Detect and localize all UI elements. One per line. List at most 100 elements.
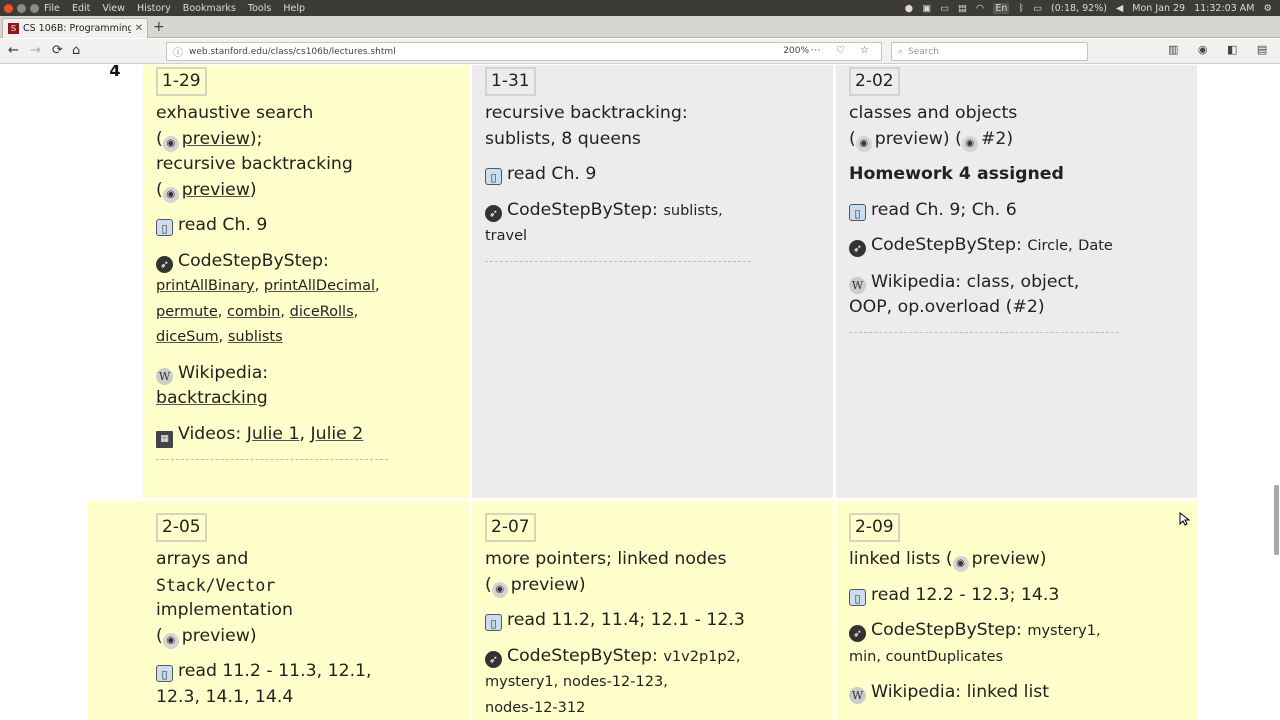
csbs-link[interactable]: travel [485, 228, 527, 244]
preview-line: (◉ preview) [485, 573, 833, 599]
csbs-link[interactable]: sublists [663, 203, 718, 219]
wikipedia-link[interactable]: OOP [849, 297, 887, 317]
camera-icon: ◉ [162, 632, 179, 649]
window-maximize-button[interactable] [30, 3, 39, 13]
menu-history[interactable]: History [137, 3, 171, 14]
tab-cs106b[interactable]: S CS 106B: Programming A ✕ [2, 18, 148, 38]
csbs-link[interactable]: Date [1078, 238, 1113, 254]
search-icon: ⌕ [898, 46, 904, 57]
reading-line: ▯ read 11.2 - 11.3, 12.1, [156, 659, 469, 685]
record-icon[interactable]: ● [905, 3, 913, 14]
csbs-link[interactable]: printAllDecimal [264, 278, 375, 294]
csbs-link[interactable]: nodes-12-123 [563, 674, 663, 690]
wikipedia-icon: W [849, 276, 866, 294]
tab-close-icon[interactable]: ✕ [135, 23, 143, 34]
tray-app-icon[interactable]: ▣ [922, 3, 931, 14]
video-link[interactable]: Julie 1 [247, 424, 300, 444]
url-text[interactable]: web.stanford.edu/class/cs106b/lectures.s… [189, 47, 396, 57]
window-minimize-button[interactable] [17, 3, 26, 13]
preview-link-2[interactable]: #2) [981, 129, 1013, 149]
wikipedia-link[interactable]: op.overload (#2) [898, 297, 1045, 317]
site-info-icon[interactable]: ⓘ [173, 44, 183, 59]
preview-line: (◉ preview) [156, 178, 469, 204]
camera-icon: ◉ [855, 135, 872, 152]
menu-edit[interactable]: Edit [72, 3, 90, 14]
menu-view[interactable]: View [102, 3, 125, 14]
wikipedia-link[interactable]: backtracking [156, 388, 268, 408]
lecture-title: exhaustive search [156, 103, 314, 123]
preview-link[interactable]: preview) [972, 549, 1047, 569]
lecture-title: classes and objects [849, 103, 1018, 123]
tray-app2-icon[interactable]: ▭ [940, 3, 949, 14]
url-bar[interactable]: ⓘ web.stanford.edu/class/cs106b/lectures… [166, 42, 882, 61]
preview-line: linked lists (◉ preview) [849, 547, 1197, 573]
toolbar-icons[interactable]: ▥ ◉ ◧ ▤ ≡ [1168, 43, 1280, 56]
csbs-link[interactable]: combin [227, 304, 280, 320]
preview-link[interactable]: preview [182, 129, 250, 149]
battery-icon[interactable]: ▭ [1033, 3, 1042, 14]
search-box[interactable]: ⌕ Search [891, 42, 1088, 61]
csbs-link[interactable]: diceRolls [290, 304, 354, 320]
csbs-link[interactable]: nodes-12-312 [485, 700, 585, 716]
home-button[interactable]: ⌂ [72, 42, 80, 60]
wifi-icon[interactable]: ◠ [976, 3, 984, 14]
wikipedia-line: W Wikipedia: linked list [849, 680, 1197, 706]
wikipedia-icon: W [156, 367, 173, 385]
window-close-button[interactable] [4, 3, 13, 13]
menu-tools[interactable]: Tools [248, 3, 271, 14]
zoom-indicator[interactable]: 200% [783, 46, 809, 56]
wikipedia-link[interactable]: object [1021, 272, 1074, 292]
date-label[interactable]: Mon Jan 29 [1132, 3, 1185, 14]
wikipedia-line: W Wikipedia: class, object, [849, 270, 1197, 296]
preview-line: (◉ preview) [156, 624, 469, 650]
menu-help[interactable]: Help [283, 3, 305, 14]
csbs-link[interactable]: permute [156, 304, 218, 320]
search-input[interactable]: Search [908, 47, 939, 57]
lecture-title: arrays and [156, 549, 249, 569]
csbs-link[interactable]: printAllBinary [156, 278, 255, 294]
csbs-link[interactable]: sublists [228, 329, 283, 345]
wikipedia-line: W Wikipedia: [156, 361, 469, 387]
csbs-link[interactable]: v1v2p1p2 [663, 649, 735, 665]
lecture-title: recursive backtracking: [485, 103, 688, 123]
volume-icon[interactable]: ◀ [1116, 3, 1123, 14]
new-tab-button[interactable]: + [153, 18, 165, 36]
page-actions-icon[interactable]: ⋯ ♡ ☆ [811, 45, 875, 56]
forward-button[interactable]: → [30, 42, 41, 60]
system-menu-bar: File Edit View History Bookmarks Tools H… [0, 0, 1280, 16]
bluetooth-icon[interactable]: ᛒ [1018, 3, 1024, 14]
preview-link[interactable]: preview) [511, 575, 586, 595]
camera-icon: ◉ [491, 581, 508, 598]
lecture-title: more pointers; linked nodes [485, 549, 727, 569]
wikipedia-link[interactable]: class [967, 272, 1010, 292]
scrollbar-thumb[interactable] [1274, 485, 1279, 555]
camera-icon: ◉ [952, 556, 969, 572]
power-gear-icon[interactable]: ⚙ [1263, 3, 1272, 14]
wikipedia-link[interactable]: linked list [967, 682, 1049, 702]
preview-link[interactable]: preview) [182, 626, 257, 646]
codestepbystep-icon: ➶ [485, 204, 502, 222]
reading-line: ▯ read 11.2, 11.4; 12.1 - 12.3 [485, 608, 833, 634]
preview-line: (◉ preview) (◉ #2) [849, 127, 1197, 153]
videos-line: ▦ Videos: Julie 1, Julie 2 [156, 422, 469, 448]
clock-label[interactable]: 11:32:03 AM [1194, 3, 1254, 14]
preview-link[interactable]: preview [182, 180, 250, 200]
csbs-link[interactable]: countDuplicates [886, 649, 1004, 665]
book-icon: ▯ [156, 665, 173, 682]
reading-line: ▯ read 12.2 - 12.3; 14.3 [849, 583, 1197, 609]
tray-app3-icon[interactable]: ▤ [958, 3, 967, 14]
preview-link[interactable]: preview) [875, 129, 950, 149]
csbs-link[interactable]: diceSum [156, 329, 219, 345]
reload-button[interactable]: ⟳ [52, 42, 63, 60]
csbs-link[interactable]: Circle [1027, 238, 1068, 254]
csbs-link[interactable]: mystery1 [1027, 623, 1096, 639]
video-link[interactable]: Julie 2 [311, 424, 364, 444]
menu-bookmarks[interactable]: Bookmarks [183, 3, 236, 14]
menu-file[interactable]: File [44, 3, 60, 14]
csbs-link[interactable]: mystery1 [485, 674, 554, 690]
battery-status[interactable]: (0:18, 92%) [1051, 3, 1107, 14]
book-icon: ▯ [485, 168, 502, 185]
back-button[interactable]: ← [8, 42, 19, 60]
csbs-link[interactable]: min [849, 649, 876, 665]
keyboard-indicator[interactable]: En [993, 2, 1010, 14]
